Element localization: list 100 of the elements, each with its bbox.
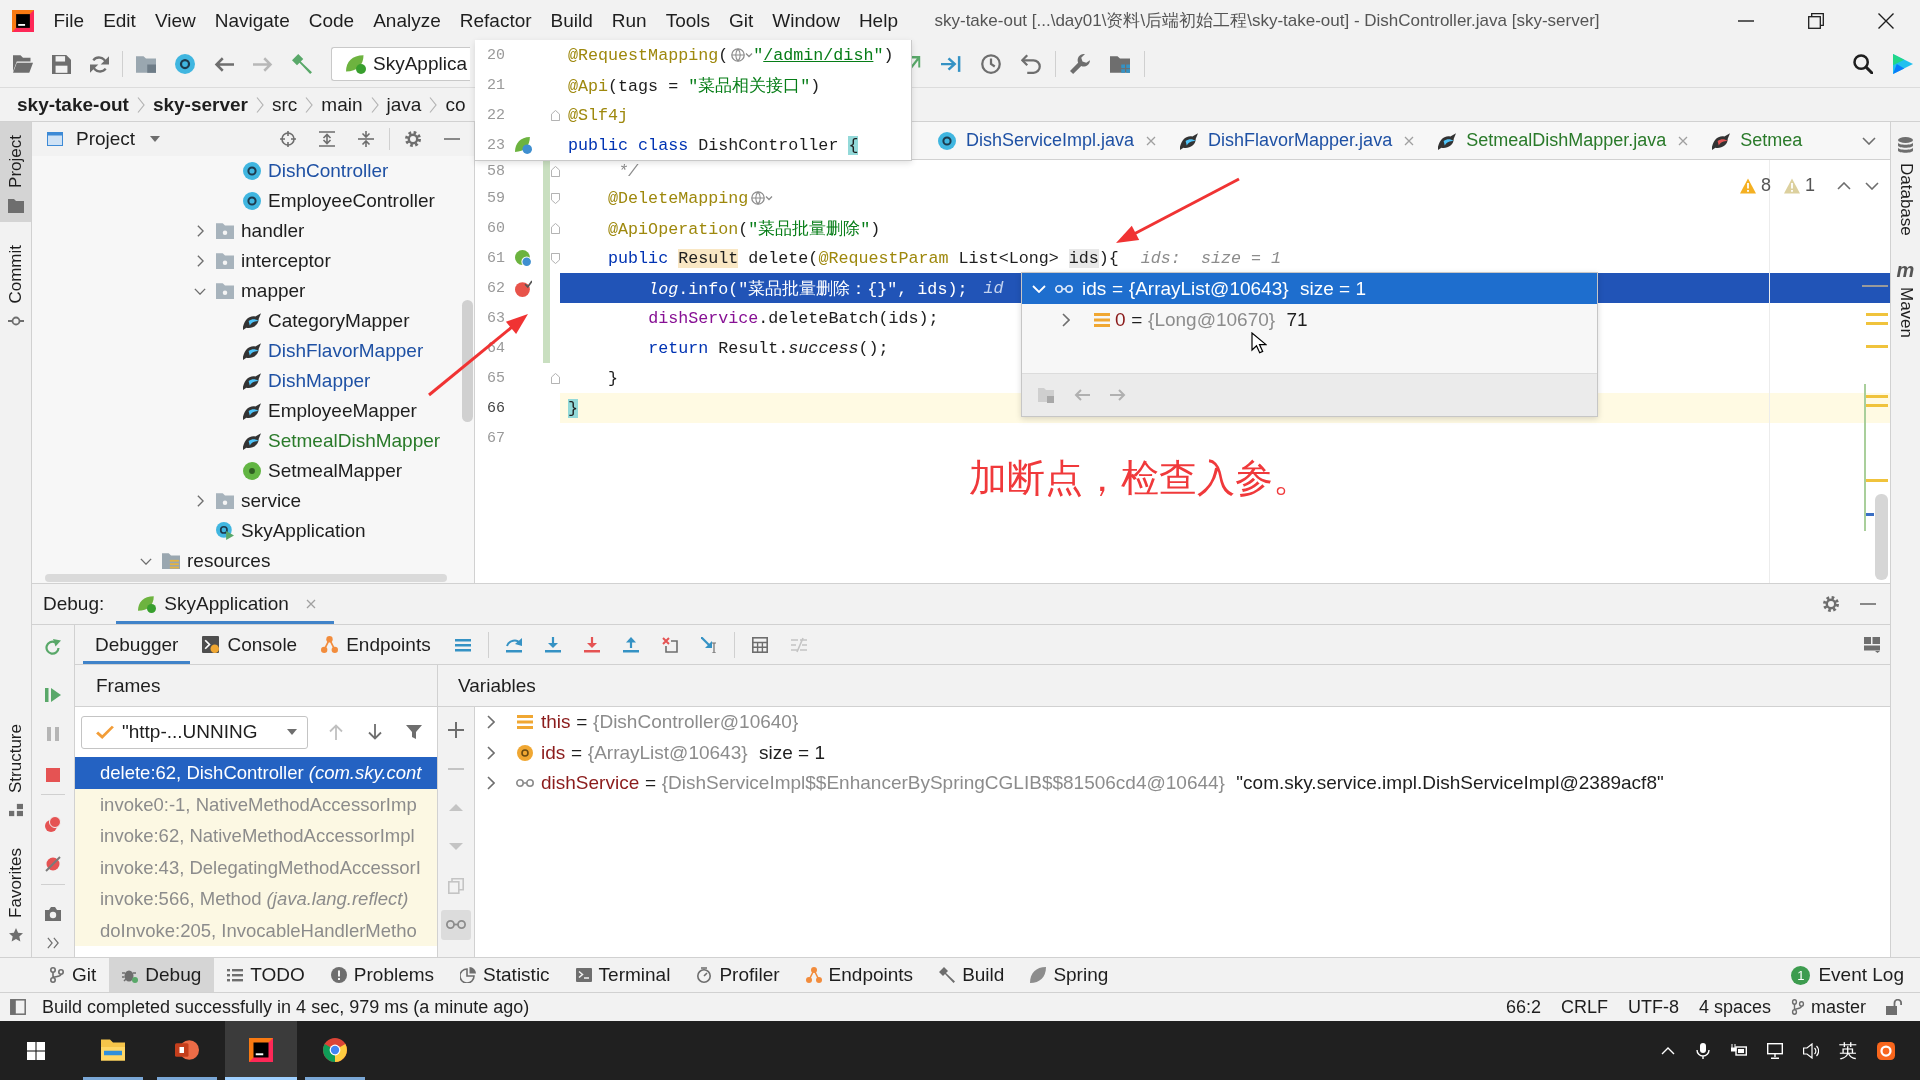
tool-window-button[interactable]: Terminal xyxy=(562,958,684,992)
resume-icon[interactable] xyxy=(45,687,61,703)
tree-item[interactable]: resources xyxy=(187,551,271,571)
bean-icon[interactable] xyxy=(514,136,532,154)
indent-setting[interactable]: 4 spaces xyxy=(1698,996,1771,1018)
filter-icon[interactable] xyxy=(406,724,422,740)
back-arrow-icon[interactable] xyxy=(214,56,234,72)
mute-breakpoints-icon[interactable] xyxy=(45,856,61,872)
chevron-right-icon[interactable] xyxy=(487,776,495,791)
tool-window-tab[interactable]: Database xyxy=(1895,137,1916,236)
chevron-right-icon[interactable] xyxy=(196,495,204,507)
editor-tab[interactable]: SetmealDishMapper.java xyxy=(1426,122,1701,159)
menu-item[interactable]: View xyxy=(145,5,206,36)
step-over-icon[interactable] xyxy=(505,636,522,653)
value-tree-row[interactable]: ids = {ArrayList@10643} size = 1 xyxy=(1022,273,1597,304)
chevron-right-icon[interactable] xyxy=(196,225,204,237)
breadcrumb-item[interactable]: sky-server xyxy=(152,93,248,116)
input-method-indicator[interactable]: 英 xyxy=(1839,1038,1857,1063)
fold-marker-icon[interactable] xyxy=(551,109,560,121)
more-icon[interactable] xyxy=(47,937,59,949)
pause-icon[interactable] xyxy=(47,727,59,741)
tree-item[interactable]: service xyxy=(241,491,302,511)
chevron-right-icon[interactable] xyxy=(196,255,204,267)
folder-icon[interactable] xyxy=(136,54,156,74)
tool-window-tab[interactable]: Commit xyxy=(0,231,31,338)
tool-window-tab[interactable]: Structure xyxy=(0,711,31,826)
tree-item[interactable]: DishController xyxy=(268,161,389,181)
down-arrow-icon[interactable] xyxy=(367,724,383,740)
undo-icon[interactable] xyxy=(1021,54,1041,74)
settings-icon[interactable] xyxy=(405,131,421,147)
breakpoints-icon[interactable] xyxy=(45,816,61,832)
tree-item[interactable]: mapper xyxy=(241,281,306,301)
event-log-button[interactable]: Event Log xyxy=(1818,964,1904,986)
frame-item[interactable]: delete:62, DishController (com.sky.cont xyxy=(75,757,437,789)
file-encoding[interactable]: UTF-8 xyxy=(1627,996,1679,1018)
breadcrumb-item[interactable]: src xyxy=(272,93,298,116)
refresh-icon[interactable] xyxy=(90,54,109,74)
chevron-down-icon[interactable] xyxy=(1865,181,1879,190)
collapse-all-icon[interactable] xyxy=(358,131,374,147)
breadcrumb-item[interactable]: sky-take-out xyxy=(17,93,129,116)
tool-window-button[interactable]: Debug xyxy=(109,958,215,992)
forward-arrow-icon[interactable] xyxy=(1110,389,1126,401)
caret-position[interactable]: 66:2 xyxy=(1505,996,1541,1018)
value-tree-row[interactable]: 0 = {Long@10670} 71 xyxy=(1022,304,1597,335)
menu-item[interactable]: Git xyxy=(719,5,763,36)
up-arrow-icon[interactable] xyxy=(328,724,344,740)
tree-item[interactable]: EmployeeController xyxy=(268,191,435,211)
breadcrumb-item[interactable]: java xyxy=(386,93,422,116)
editor-tab[interactable]: DishFlavorMapper.java xyxy=(1168,122,1427,159)
debugger-tab[interactable]: Console xyxy=(190,625,310,664)
fold-marker-icon[interactable] xyxy=(551,252,560,264)
tool-window-tab[interactable]: m Maven xyxy=(1895,260,1916,338)
hammer-icon[interactable] xyxy=(292,54,312,74)
tree-item[interactable]: SetmealMapper xyxy=(268,461,403,481)
menu-item[interactable]: Refactor xyxy=(450,5,542,36)
menu-item[interactable]: Window xyxy=(762,5,850,36)
chevron-right-icon[interactable] xyxy=(1062,312,1070,327)
tree-item[interactable]: SkyApplication xyxy=(241,521,366,541)
chevron-down-icon[interactable] xyxy=(194,287,206,295)
scrollbar-thumb[interactable] xyxy=(45,574,447,582)
step-into-icon[interactable] xyxy=(544,636,561,653)
session-tab[interactable]: SkyApplication xyxy=(116,584,334,624)
plus-icon[interactable] xyxy=(448,721,464,738)
camera-icon[interactable] xyxy=(45,906,61,922)
tool-window-button[interactable]: Build xyxy=(926,958,1018,992)
crosshair-icon[interactable] xyxy=(280,131,296,147)
restore-icon[interactable] xyxy=(1808,12,1824,29)
tool-window-button[interactable]: Endpoints xyxy=(792,958,927,992)
tool-window-button[interactable]: Statistic xyxy=(447,958,563,992)
panel-toggle-icon[interactable] xyxy=(10,999,26,1015)
fold-marker-icon[interactable] xyxy=(551,222,560,234)
network-icon[interactable] xyxy=(1767,1042,1783,1059)
volume-icon[interactable] xyxy=(1803,1042,1819,1059)
menu-item[interactable]: Run xyxy=(602,5,657,36)
save-icon[interactable] xyxy=(52,54,71,74)
globe-icon[interactable] xyxy=(751,191,774,205)
menu-item[interactable]: Tools xyxy=(656,5,720,36)
tool-window-tab[interactable]: Favorites xyxy=(0,835,31,950)
fold-marker-icon[interactable] xyxy=(551,192,560,204)
close-icon[interactable] xyxy=(1878,12,1894,29)
arrows-icon[interactable] xyxy=(941,55,961,73)
expand-all-icon[interactable] xyxy=(319,131,335,147)
tool-window-button[interactable]: Profiler xyxy=(683,958,793,992)
minimize-icon[interactable] xyxy=(1738,19,1754,22)
fold-marker-icon[interactable] xyxy=(551,166,560,177)
folder-grid-icon[interactable] xyxy=(1110,54,1130,74)
watches-toggle[interactable] xyxy=(441,909,471,940)
menu-item[interactable]: Build xyxy=(541,5,603,36)
branch-widget[interactable]: master xyxy=(1791,996,1866,1018)
tool-window-button[interactable]: Spring xyxy=(1017,958,1122,992)
tree-item[interactable]: handler xyxy=(241,221,305,241)
tree-view-icon[interactable] xyxy=(1038,387,1054,403)
editor-tab[interactable]: Setmea xyxy=(1700,122,1803,159)
thread-dropdown[interactable]: "http-...UNNING xyxy=(81,715,308,749)
warning-count[interactable]: 8 xyxy=(1760,175,1771,196)
tool-window-tab[interactable]: Project xyxy=(0,122,31,222)
lines-icon[interactable] xyxy=(454,636,471,653)
editor-tab[interactable]: DishServiceImpl.java xyxy=(926,122,1169,159)
open-folder-icon[interactable] xyxy=(13,54,33,74)
app-logo-icon[interactable] xyxy=(1893,54,1913,74)
